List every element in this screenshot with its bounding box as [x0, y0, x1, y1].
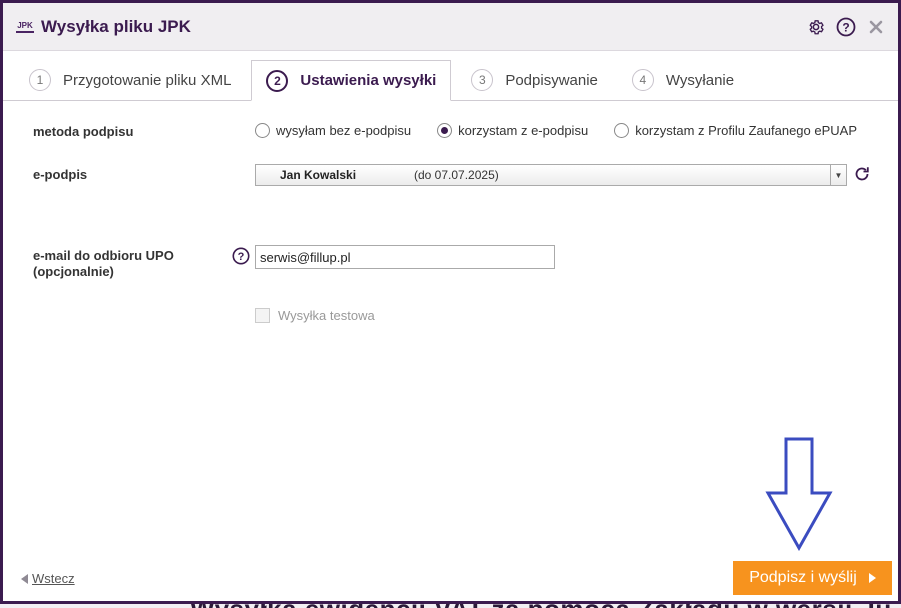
- email-help-icon[interactable]: ?: [232, 247, 250, 265]
- step-tabs: 1 Przygotowanie pliku XML 2 Ustawienia w…: [3, 51, 898, 101]
- jpk-logo-icon: JPK: [15, 17, 35, 37]
- esignature-name: Jan Kowalski: [280, 168, 357, 182]
- step-number: 2: [266, 69, 289, 92]
- tab-sending[interactable]: 4 Wysyłanie: [618, 60, 748, 100]
- tab-label: Podpisywanie: [505, 71, 598, 89]
- signature-method-label: metoda podpisu: [33, 124, 134, 139]
- back-label: Wstecz: [32, 571, 75, 586]
- jpk-dialog: JPK Wysyłka pliku JPK ? 1 Przygotowanie …: [0, 0, 901, 604]
- dialog-title: Wysyłka pliku JPK: [41, 16, 191, 36]
- esignature-select[interactable]: Jan Kowalski (do 07.07.2025) ▼: [255, 164, 847, 186]
- close-icon[interactable]: [866, 17, 886, 37]
- svg-text:?: ?: [842, 20, 849, 34]
- chevron-left-icon: [21, 573, 28, 584]
- radio-label: wysyłam bez e-podpisu: [276, 123, 412, 138]
- test-send-checkbox[interactable]: [255, 308, 270, 323]
- radio-epuap[interactable]: korzystam z Profilu Zaufanego ePUAP: [614, 123, 857, 138]
- tab-signing[interactable]: 3 Podpisywanie: [457, 60, 612, 100]
- esignature-validity: (do 07.07.2025): [414, 168, 499, 182]
- esignature-label: e-podpis: [33, 167, 88, 182]
- tab-prepare-xml[interactable]: 1 Przygotowanie pliku XML: [15, 60, 245, 100]
- email-label: e-mail do odbioru UPO (opcjonalnie): [33, 248, 174, 279]
- titlebar: JPK Wysyłka pliku JPK ?: [3, 3, 898, 51]
- radio-circle[interactable]: [255, 123, 270, 138]
- svg-text:?: ?: [238, 251, 245, 263]
- step-number: 4: [631, 69, 654, 91]
- refresh-icon[interactable]: [852, 164, 872, 184]
- radio-label: korzystam z Profilu Zaufanego ePUAP: [635, 123, 858, 138]
- gear-icon[interactable]: [806, 17, 826, 37]
- radio-circle-selected[interactable]: [437, 123, 453, 138]
- signature-method-radios: wysyłam bez e-podpisu korzystam z e-podp…: [255, 123, 883, 138]
- tab-label: Przygotowanie pliku XML: [63, 71, 232, 89]
- submit-label: Podpisz i wyślij: [749, 569, 857, 586]
- test-send-row: Wysyłka testowa: [255, 308, 375, 323]
- test-send-label: Wysyłka testowa: [278, 308, 375, 323]
- step-number: 3: [471, 69, 494, 91]
- annotation-arrow-down: [765, 437, 833, 551]
- help-icon[interactable]: ?: [836, 17, 856, 37]
- tab-send-settings[interactable]: 2 Ustawienia wysyłki: [251, 60, 452, 101]
- radio-no-signature[interactable]: wysyłam bez e-podpisu: [255, 123, 411, 138]
- tab-label: Ustawienia wysyłki: [300, 72, 437, 89]
- step-number: 1: [29, 69, 51, 91]
- email-input[interactable]: [255, 245, 555, 269]
- radio-circle[interactable]: [614, 123, 630, 138]
- sign-and-send-button[interactable]: Podpisz i wyślij: [733, 561, 892, 595]
- back-link[interactable]: Wstecz: [21, 571, 75, 586]
- play-icon: [868, 573, 876, 583]
- chevron-down-icon[interactable]: ▼: [830, 165, 846, 185]
- radio-esignature[interactable]: korzystam z e-podpisu: [437, 123, 588, 138]
- tab-label: Wysyłanie: [665, 71, 735, 89]
- radio-label: korzystam z e-podpisu: [458, 123, 589, 138]
